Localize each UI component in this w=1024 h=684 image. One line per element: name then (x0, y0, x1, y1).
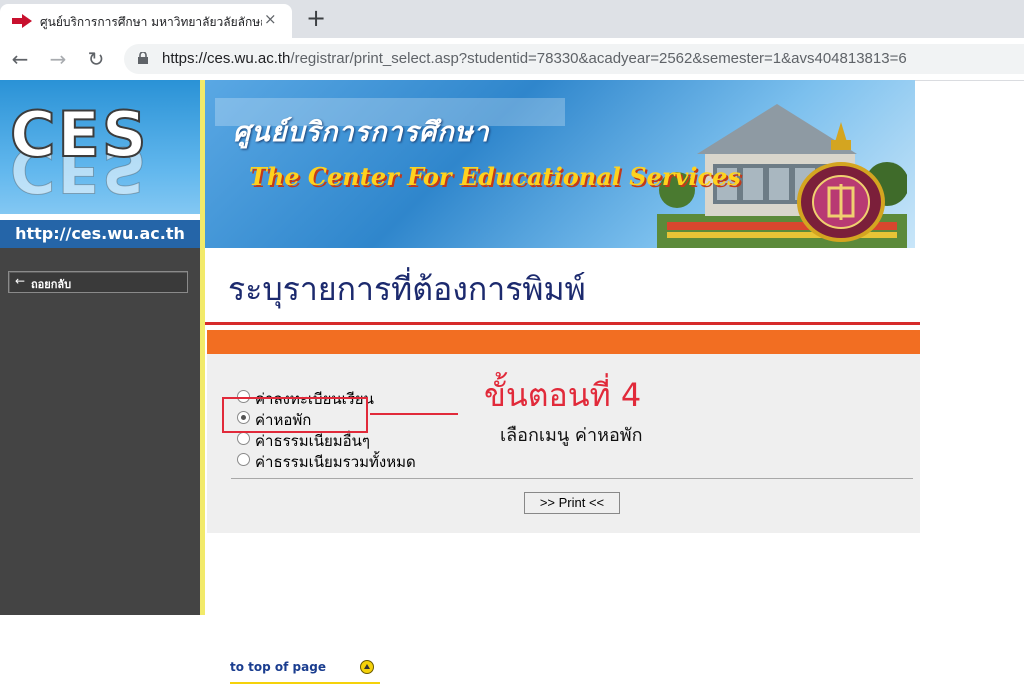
page-content: CES CES http://ces.wu.ac.th ← ถอยกลับ ศู… (0, 80, 1024, 684)
annotation-pointer-line (370, 413, 458, 415)
browser-tab[interactable]: ศูนย์บริการการศึกษา มหาวิทยาลัยวลัยลักษณ… (0, 4, 292, 38)
banner-title-english: The Center For Educational Services (249, 162, 741, 191)
tab-close-icon[interactable]: × (264, 10, 277, 28)
lock-icon (138, 52, 148, 64)
url-text: https://ces.wu.ac.th/registrar/print_sel… (162, 50, 907, 67)
url-path: /registrar/print_select.asp?studentid=78… (290, 50, 907, 67)
browser-toolbar: ← → ↻ https://ces.wu.ac.th/registrar/pri… (0, 38, 1024, 81)
form-divider (231, 478, 913, 479)
banner-title-thai: ศูนย์บริการการศึกษา (233, 117, 490, 148)
favicon-arrow-icon (12, 14, 32, 28)
address-bar[interactable]: https://ces.wu.ac.th/registrar/print_sel… (124, 44, 1024, 74)
annotation-instruction: เลือกเมนู ค่าหอพัก (500, 425, 643, 446)
forward-arrow-icon[interactable]: → (46, 47, 70, 71)
back-button-label: ถอยกลับ (31, 278, 72, 291)
ces-logo: CES CES http://ces.wu.ac.th (0, 80, 200, 248)
back-arrow-icon[interactable]: ← (8, 47, 32, 71)
page-title: ระบุรายการที่ต้องการพิมพ์ (228, 270, 586, 308)
ces-logo-text: CES (9, 98, 149, 171)
title-underline (205, 322, 920, 325)
up-arrow-icon (360, 660, 374, 674)
university-seal-icon (797, 122, 885, 242)
option-label: ค่าธรรมเนียมรวมทั้งหมด (255, 453, 416, 471)
sidebar: CES CES http://ces.wu.ac.th ← ถอยกลับ (0, 80, 200, 615)
header-banner: ศูนย์บริการการศึกษา The Center For Educa… (205, 80, 915, 248)
annotation-step-label: ขั้นตอนที่ 4 (484, 376, 642, 414)
new-tab-button[interactable]: + (306, 4, 326, 32)
back-button[interactable]: ← ถอยกลับ (8, 271, 188, 293)
annotation-highlight-box (222, 397, 368, 433)
print-button[interactable]: >> Print << (524, 492, 620, 514)
site-url-label: http://ces.wu.ac.th (0, 220, 200, 248)
form-header-bar (207, 330, 920, 354)
url-host: https://ces.wu.ac.th (162, 50, 291, 67)
radio-button[interactable] (237, 453, 250, 466)
to-top-label: to top of page (230, 660, 326, 674)
tab-title: ศูนย์บริการการศึกษา มหาวิทยาลัยวลัยลักษณ… (40, 15, 262, 29)
reload-icon[interactable]: ↻ (84, 47, 108, 71)
browser-tab-bar: ศูนย์บริการการศึกษา มหาวิทยาลัยวลัยลักษณ… (0, 0, 1024, 38)
radio-button[interactable] (237, 432, 250, 445)
left-arrow-icon: ← (15, 274, 26, 288)
